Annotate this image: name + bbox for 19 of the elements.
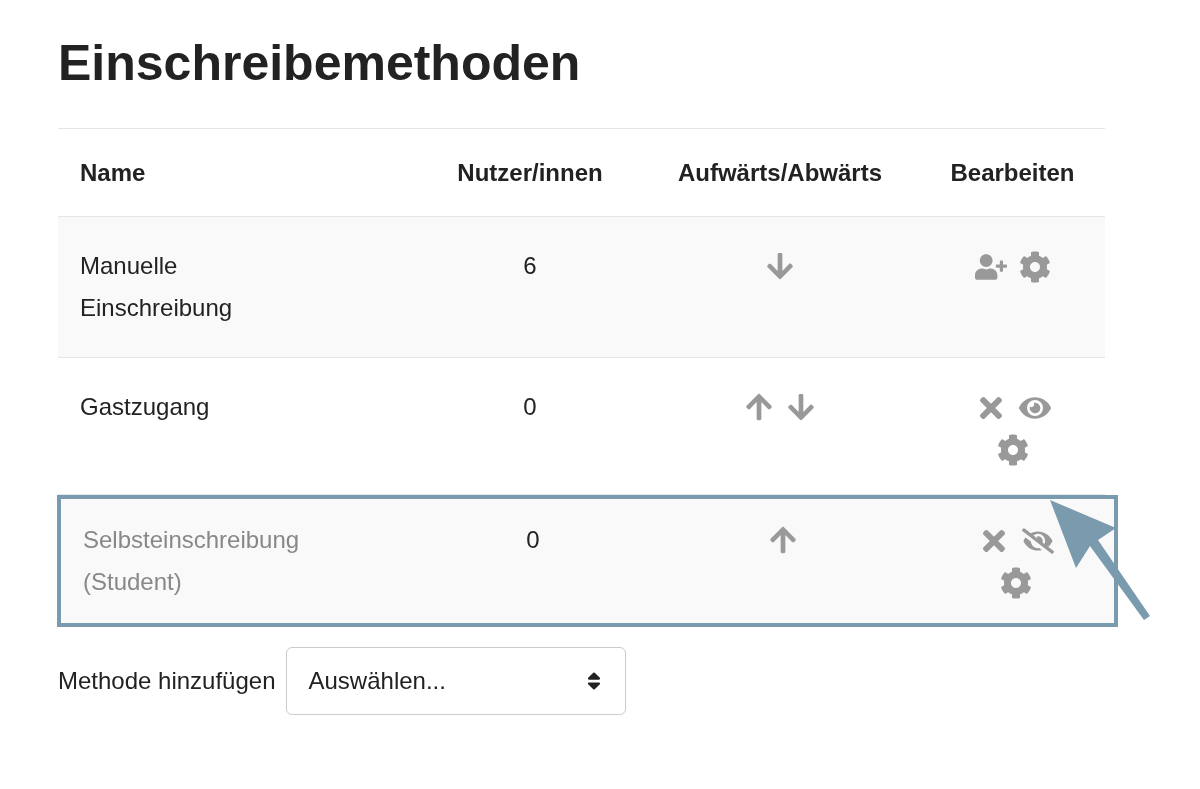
users-count: 0 [525,525,541,555]
settings-icon[interactable] [1018,251,1051,283]
move-down-icon[interactable] [765,251,795,281]
column-header: Nutzer/innen [456,157,604,188]
method-name: Gastzugang [79,392,211,422]
users-count: 6 [522,251,538,281]
add-method-label: Methode hinzufügen [58,666,276,696]
column-header: Bearbeiten [949,157,1076,188]
method-name: Selbsteinschreibung (Student) [82,525,301,597]
method-name: Manuelle Einschreibung [79,251,234,323]
add-user-icon[interactable] [974,251,1007,283]
column-header: Name [79,157,147,188]
move-up-icon[interactable] [744,392,774,422]
page-title: Einschreibemethoden [58,34,582,88]
column-header: Aufwärts/Abwärts [676,157,883,188]
move-down-icon[interactable] [786,392,816,422]
method-select[interactable]: Auswählen... [285,647,626,715]
users-count: 0 [522,392,538,422]
settings-icon[interactable] [996,434,1029,466]
